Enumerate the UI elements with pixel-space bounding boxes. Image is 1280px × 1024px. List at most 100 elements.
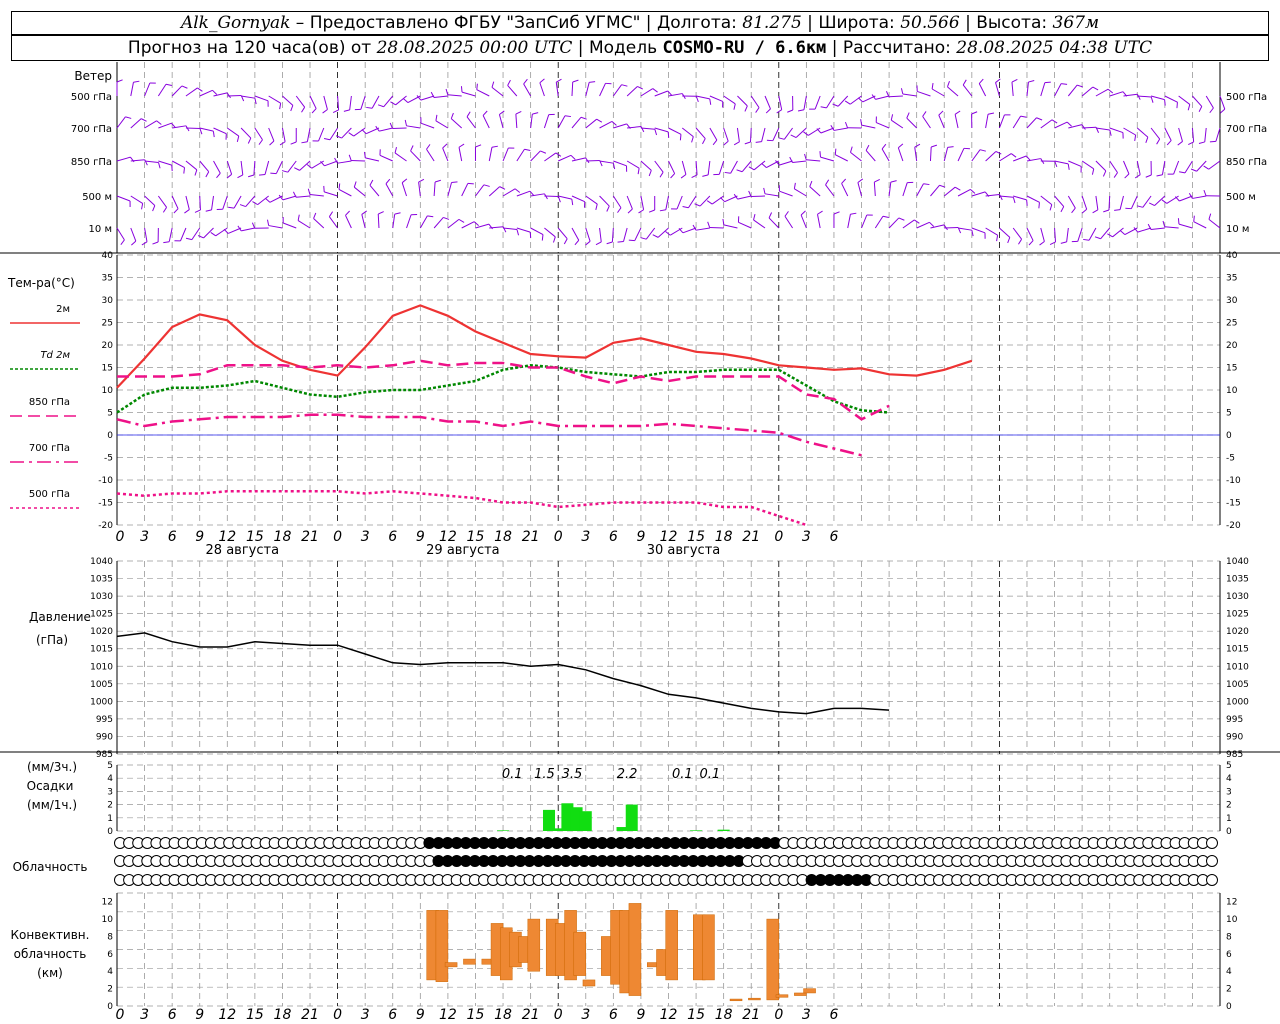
- wind-barb-feather: [247, 137, 252, 144]
- wind-barb-feather: [947, 80, 950, 87]
- conv-hour-tick: 3: [581, 1007, 590, 1023]
- wind-barb: [599, 83, 606, 97]
- wind-barb: [668, 127, 682, 135]
- wind-barb-feather: [640, 126, 645, 133]
- temp-ytick-right: 25: [1226, 319, 1237, 329]
- wind-barb: [213, 160, 221, 174]
- wind-barb-feather: [744, 141, 751, 145]
- wind-barb-feather: [1203, 189, 1207, 196]
- wind-barb-feather: [307, 188, 311, 195]
- wind-barb: [938, 114, 945, 129]
- wind-barb-feather: [353, 181, 357, 188]
- wind-barb-feather: [401, 178, 408, 184]
- wind-barb-feather: [768, 212, 773, 219]
- wind-barb: [835, 154, 848, 162]
- pressure-ytick-left: 1020: [90, 627, 113, 637]
- wind-barb: [458, 147, 463, 162]
- wind-barb: [168, 227, 173, 242]
- wind-barb-feather: [733, 141, 740, 146]
- wind-barb: [612, 84, 622, 97]
- wind-barb: [180, 227, 187, 242]
- wind-barb-feather: [435, 114, 438, 121]
- wind-barb: [737, 195, 752, 200]
- wind-barb-feather: [617, 207, 622, 213]
- wind-barb: [891, 119, 904, 129]
- wind-barb-feather: [841, 178, 847, 184]
- wind-barb-feather: [1060, 206, 1065, 213]
- day-label: 29 августа: [426, 543, 500, 558]
- wind-barb-feather: [306, 164, 313, 169]
- wind-barb: [1196, 160, 1207, 172]
- wind-barb: [254, 95, 269, 102]
- wind-barb-feather: [290, 141, 297, 145]
- temp-ytick-left: 0: [107, 431, 113, 441]
- wind-barb: [1178, 127, 1183, 142]
- wind-barb: [1100, 227, 1111, 240]
- wind-barb-feather: [1190, 168, 1197, 172]
- wind-barb: [297, 220, 311, 229]
- wind-barb: [1164, 127, 1172, 141]
- wind-barb: [338, 188, 352, 197]
- wind-barb-feather: [1038, 202, 1040, 209]
- wind-barb-feather: [1081, 208, 1088, 214]
- wind-barb: [233, 195, 242, 209]
- wind-barb-feather: [1094, 236, 1101, 240]
- wind-barb: [557, 115, 566, 129]
- wind-barb-feather: [787, 109, 794, 113]
- wind-barb: [929, 146, 932, 162]
- wind-barb: [185, 160, 198, 171]
- wind-barb-feather: [596, 118, 603, 123]
- wind-barb-feather: [695, 96, 699, 103]
- temp-ytick-right: -15: [1226, 499, 1241, 509]
- wind-barb-feather: [1025, 155, 1031, 161]
- wind-barb: [916, 183, 924, 197]
- conv-ytick-right: 2: [1226, 985, 1232, 995]
- wind-barb-feather: [1193, 215, 1195, 222]
- wind-barb-feather: [803, 131, 809, 136]
- wind-barb-feather: [434, 179, 441, 183]
- wind-barb: [211, 195, 215, 210]
- conv-ytick-right: 6: [1226, 950, 1232, 960]
- wind-barb: [1012, 227, 1023, 240]
- wind-barb-feather: [971, 111, 978, 115]
- wind-barb: [482, 115, 490, 129]
- wind-barb-feather: [881, 143, 887, 150]
- wind-barb: [1123, 160, 1130, 175]
- wind-barb: [817, 214, 821, 229]
- wind-barb-feather: [1071, 207, 1076, 214]
- wind-barb: [530, 150, 541, 162]
- wind-barb: [130, 82, 134, 97]
- wind-barb: [1081, 195, 1088, 210]
- wind-barb-feather: [1164, 99, 1166, 106]
- wind-barb-feather: [442, 143, 448, 149]
- wind-barb: [753, 219, 766, 229]
- cloud-cover-symbol: [1206, 837, 1218, 849]
- conv-hour-tick: 21: [742, 1007, 760, 1023]
- wind-barb: [599, 227, 602, 242]
- conv-hour-tick: 0: [116, 1007, 125, 1023]
- wind-barb: [406, 125, 421, 129]
- wind-barb-feather: [1156, 174, 1163, 177]
- wind-barb-feather: [131, 240, 137, 246]
- wind-barb-feather: [491, 81, 495, 88]
- conv-hour-tick: 21: [522, 1007, 540, 1023]
- wind-barb: [768, 217, 780, 229]
- wind-barb-feather: [844, 121, 848, 128]
- wind-barb-feather: [654, 129, 658, 136]
- wind-barb: [558, 195, 572, 200]
- wind-barb: [779, 190, 793, 197]
- wind-barb: [841, 183, 849, 197]
- wind-barb: [736, 127, 740, 142]
- wind-barb-feather: [834, 148, 837, 155]
- wind-barb: [144, 195, 156, 206]
- wind-barb-feather: [348, 132, 354, 137]
- wind-barb: [191, 227, 201, 240]
- wind-barb-feather: [279, 103, 282, 110]
- wind-barb-feather: [294, 167, 300, 171]
- wind-barb-feather: [476, 83, 478, 90]
- wind-barb-feather: [120, 239, 125, 245]
- wind-barb-feather: [1156, 138, 1161, 145]
- wind-barb: [1142, 195, 1152, 208]
- wind-barb: [800, 214, 807, 229]
- wind-barb-feather: [1134, 134, 1137, 142]
